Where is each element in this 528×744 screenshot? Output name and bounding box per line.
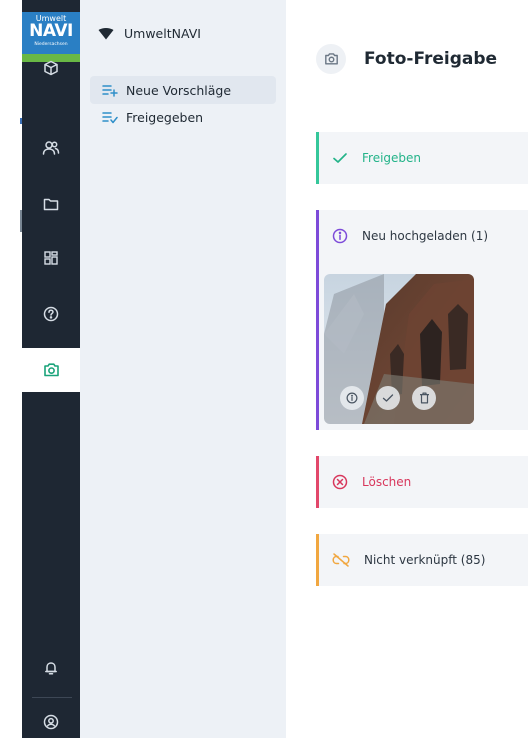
folder-icon xyxy=(43,197,59,211)
user-circle-icon xyxy=(43,714,59,730)
subnav-title[interactable]: UmweltNAVI xyxy=(98,26,201,41)
uploaded-photos-area xyxy=(316,262,528,430)
section-label: Freigeben xyxy=(362,151,422,165)
rail-item-notifications[interactable] xyxy=(22,646,80,690)
section-label: Neu hochgeladen (1) xyxy=(362,229,489,243)
section-accent-bar xyxy=(316,534,319,586)
section-accent-bar xyxy=(316,456,319,508)
rail-item-users[interactable] xyxy=(22,126,80,170)
bell-icon xyxy=(43,660,59,676)
photo-approve-button[interactable] xyxy=(376,386,400,410)
rail-item-dashboard[interactable] xyxy=(22,236,80,280)
check-icon xyxy=(332,151,348,165)
subnav-title-text: UmweltNAVI xyxy=(124,26,201,41)
section-neu-hochgeladen[interactable]: Neu hochgeladen (1) xyxy=(316,210,528,262)
unlink-icon xyxy=(332,553,350,567)
page-title: Foto-Freigabe xyxy=(364,49,498,69)
subnav-item-freigegeben[interactable]: Freigegeben xyxy=(90,104,276,130)
subnav-item-label: Freigegeben xyxy=(126,109,204,125)
rail-item-help[interactable] xyxy=(22,292,80,336)
photo-info-button[interactable] xyxy=(340,386,364,410)
section-loeschen[interactable]: Löschen xyxy=(316,456,528,508)
logo-main-text: NAVI xyxy=(29,21,73,41)
cube-icon xyxy=(43,60,59,76)
photo-thumbnail[interactable] xyxy=(324,274,474,424)
info-icon xyxy=(332,228,348,244)
users-icon xyxy=(42,140,60,156)
close-circle-icon xyxy=(332,474,348,490)
section-accent-bar xyxy=(316,262,319,430)
section-accent-bar xyxy=(316,132,319,184)
window-edge xyxy=(0,0,22,738)
photo-delete-button[interactable] xyxy=(412,386,436,410)
photo-actions xyxy=(324,386,474,410)
section-freigeben[interactable]: Freigeben xyxy=(316,132,528,184)
section-accent-bar xyxy=(316,210,319,262)
section-nicht-verknuepft[interactable]: Nicht verknüpft (85) xyxy=(316,534,528,586)
main-content: Foto-Freigabe Freigeben Neu hochgeladen … xyxy=(286,0,528,738)
rail-item-folders[interactable] xyxy=(22,182,80,226)
rail-item-modules[interactable] xyxy=(22,46,80,90)
playlist-check-icon xyxy=(102,110,118,124)
help-icon xyxy=(43,306,59,322)
dashboard-icon xyxy=(43,250,59,266)
rail-divider xyxy=(32,697,72,698)
wifi-icon xyxy=(98,27,114,40)
camera-icon xyxy=(316,44,346,74)
section-label: Löschen xyxy=(362,475,412,489)
info-icon xyxy=(346,392,358,404)
section-label: Nicht verknüpft (85) xyxy=(364,553,486,567)
rail-item-account[interactable] xyxy=(22,700,80,744)
check-icon xyxy=(382,392,394,404)
trash-icon xyxy=(419,392,430,404)
rail-item-photo[interactable] xyxy=(22,348,80,392)
page-header: Foto-Freigabe xyxy=(316,44,497,74)
camera-icon xyxy=(43,362,60,378)
